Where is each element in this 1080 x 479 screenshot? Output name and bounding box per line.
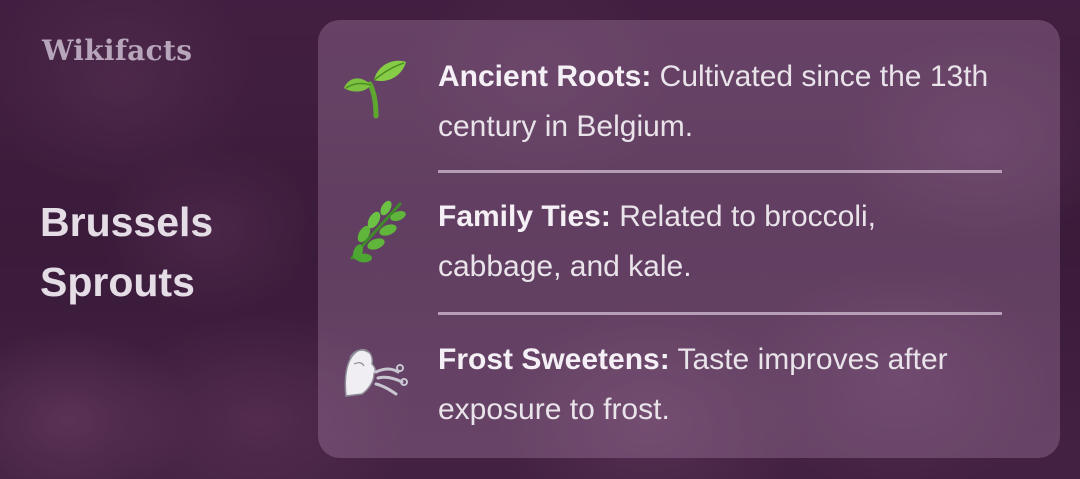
divider	[438, 170, 1002, 173]
fact-frost-sweetens: Frost Sweetens: Taste improves after exp…	[438, 335, 1002, 435]
wind-face-icon	[340, 338, 410, 408]
facts-card: Ancient Roots: Cultivated since the 13th…	[318, 20, 1060, 458]
brand-logo: Wikifacts	[42, 34, 193, 67]
title-line-1: Brussels	[40, 199, 214, 245]
divider	[438, 312, 1002, 315]
fact-label: Frost Sweetens:	[438, 343, 670, 376]
title-line-2: Sprouts	[40, 259, 195, 305]
fact-ancient-roots: Ancient Roots: Cultivated since the 13th…	[438, 52, 1002, 152]
herb-icon	[340, 196, 410, 266]
page-title: Brussels Sprouts	[40, 192, 290, 312]
fact-label: Family Ties:	[438, 200, 611, 233]
fact-family-ties: Family Ties: Related to broccoli, cabbag…	[438, 192, 1002, 292]
seedling-icon	[340, 54, 410, 124]
fact-label: Ancient Roots:	[438, 60, 652, 93]
